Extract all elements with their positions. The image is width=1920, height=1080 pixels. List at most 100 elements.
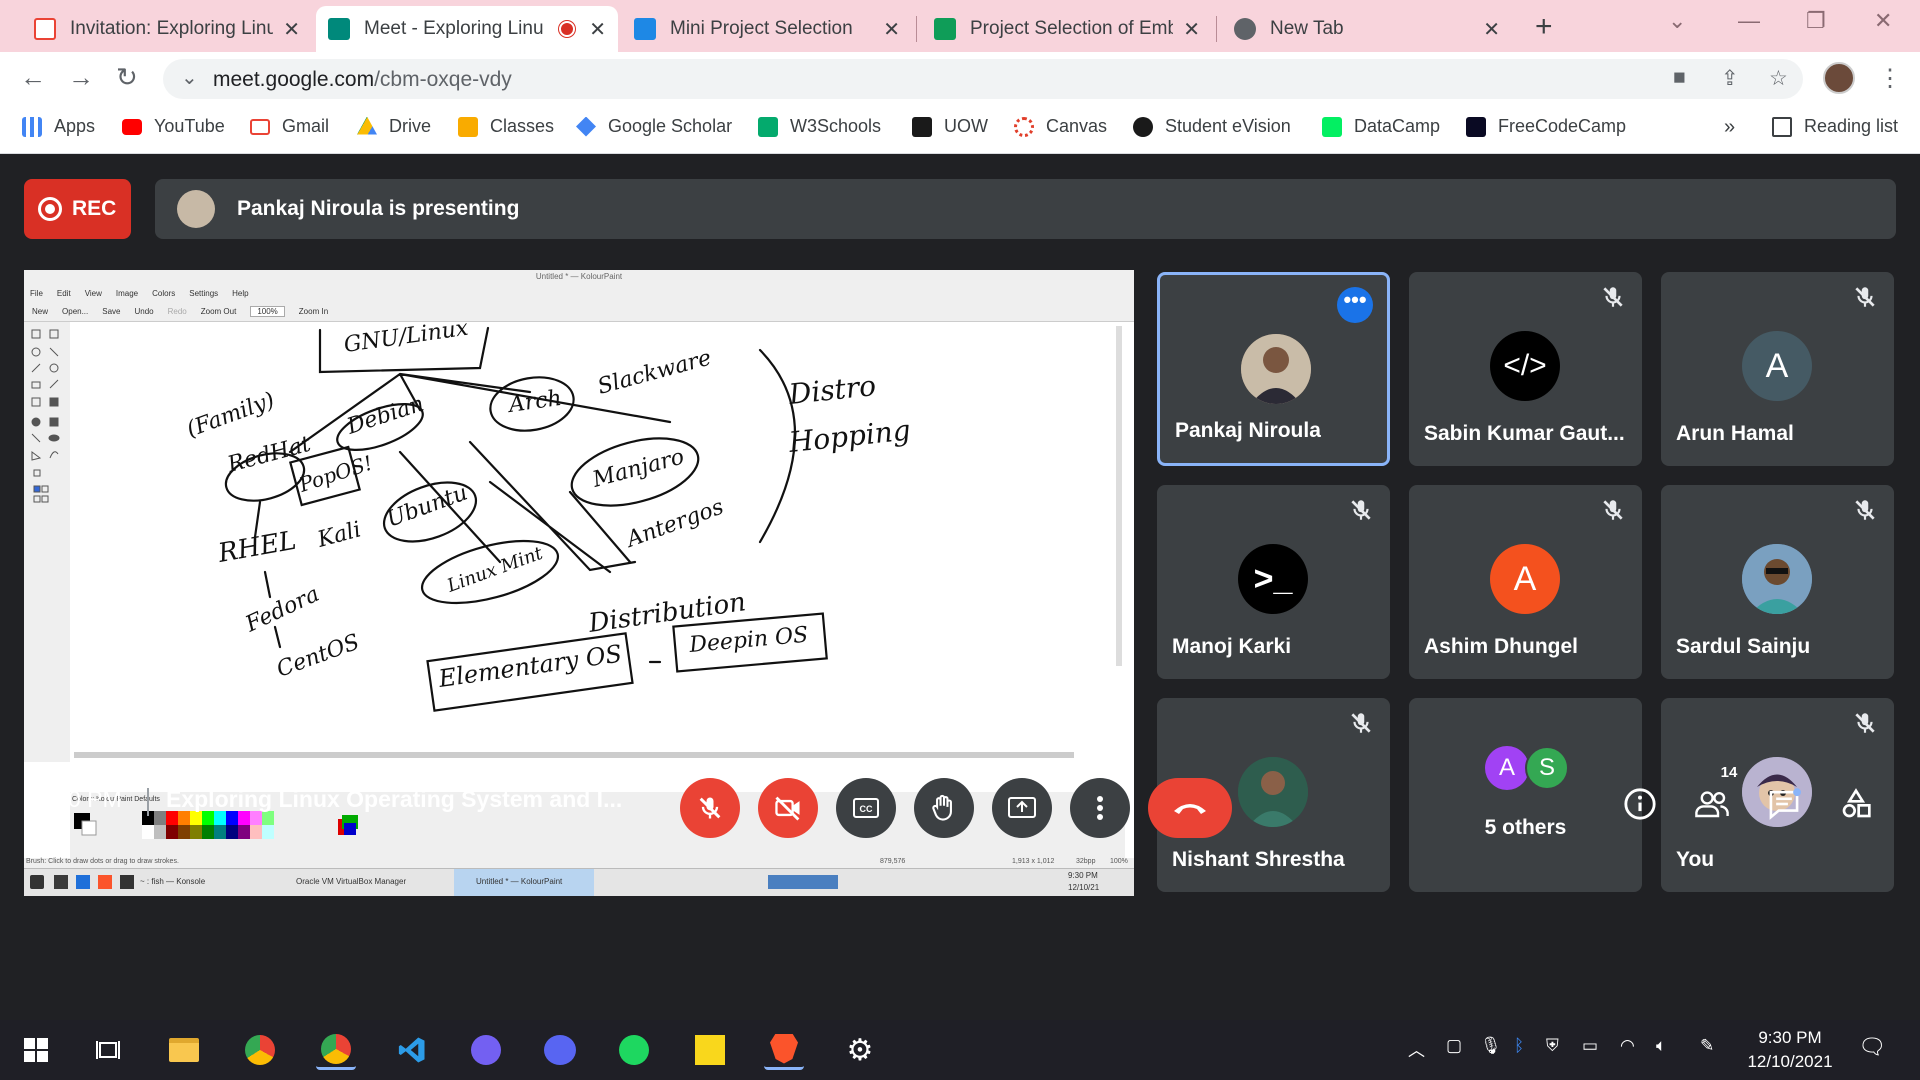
- vscode-button[interactable]: [392, 1030, 432, 1070]
- reading-list-button[interactable]: Reading list: [1772, 116, 1898, 137]
- bookmark-star-icon[interactable]: ☆: [1769, 66, 1788, 91]
- status-zoom: 100%: [1110, 858, 1128, 865]
- back-button[interactable]: ←: [20, 62, 46, 93]
- vertical-scrollbar[interactable]: [1116, 326, 1122, 666]
- address-bar[interactable]: ⌄ meet.google.com/cbm-oxqe-vdy ■ ⇪ ☆: [163, 59, 1803, 99]
- close-icon[interactable]: ✕: [1183, 17, 1200, 42]
- participant-tile-arun[interactable]: A Arun Hamal: [1661, 272, 1894, 466]
- task-view-button[interactable]: [88, 1030, 128, 1070]
- security-shield-icon[interactable]: ⛨: [1546, 1036, 1559, 1056]
- volume-icon[interactable]: 🔈︎: [1656, 1036, 1666, 1056]
- horizontal-scrollbar[interactable]: [74, 752, 1074, 758]
- file-explorer-button[interactable]: [164, 1030, 204, 1070]
- battery-icon[interactable]: ▭: [1582, 1036, 1598, 1056]
- discord-button[interactable]: [540, 1030, 580, 1070]
- pen-icon[interactable]: ✎: [1700, 1036, 1714, 1056]
- captions-button[interactable]: CC: [836, 778, 896, 838]
- new-tab-button[interactable]: +: [1535, 10, 1553, 44]
- hand-icon: [932, 794, 952, 821]
- url-text: meet.google.com/cbm-oxqe-vdy: [213, 68, 512, 92]
- raise-hand-button[interactable]: [914, 778, 974, 838]
- tab-meet[interactable]: Meet - Exploring Linu ✕: [316, 6, 618, 52]
- taskbar-clock[interactable]: 9:30 PM 12/10/2021: [1735, 1026, 1845, 1074]
- activities-button[interactable]: [1832, 780, 1880, 828]
- mic-toggle-button[interactable]: [680, 778, 740, 838]
- more-options-icon[interactable]: •••: [1337, 287, 1373, 323]
- participant-tile-ashim[interactable]: A Ashim Dhungel: [1409, 485, 1642, 679]
- bookmark-drive[interactable]: Drive: [357, 116, 431, 137]
- camera-blocked-icon[interactable]: ■: [1673, 66, 1686, 90]
- close-icon[interactable]: ✕: [283, 17, 300, 42]
- restore-button[interactable]: ❐: [1806, 8, 1826, 34]
- bookmark-label: Canvas: [1046, 116, 1108, 136]
- meet-now-icon[interactable]: ▢: [1446, 1036, 1462, 1056]
- bookmark-uow[interactable]: UOW: [912, 116, 988, 137]
- bookmark-google-scholar[interactable]: Google Scholar: [576, 116, 732, 137]
- menu-file: File: [30, 288, 43, 298]
- bookmark-student-evision[interactable]: Student eVision: [1133, 116, 1291, 137]
- others-avatar-a: A: [1485, 746, 1529, 790]
- bookmark-youtube[interactable]: YouTube: [122, 116, 225, 137]
- start-button[interactable]: [16, 1030, 56, 1070]
- taskbar-time: 9:30 PM: [1758, 1028, 1822, 1047]
- sticky-notes-button[interactable]: [690, 1030, 730, 1070]
- chat-button[interactable]: [1760, 780, 1808, 828]
- people-icon: [1695, 791, 1729, 818]
- bookmark-classes[interactable]: Classes: [458, 116, 554, 137]
- brave-button[interactable]: [764, 1030, 804, 1070]
- microphone-icon[interactable]: 🎙︎: [1480, 1036, 1502, 1056]
- profile-avatar[interactable]: [1823, 62, 1855, 94]
- participant-tile-manoj[interactable]: >_ Manoj Karki: [1157, 485, 1390, 679]
- tab-project-selection[interactable]: Project Selection of Embe ✕: [922, 6, 1212, 52]
- reading-list-icon: [1772, 116, 1792, 137]
- spotify-button[interactable]: [614, 1030, 654, 1070]
- settings-button[interactable]: ⚙: [840, 1030, 880, 1070]
- meeting-details-button[interactable]: [1616, 780, 1664, 828]
- more-options-button[interactable]: [1070, 778, 1130, 838]
- tab-mini-project[interactable]: Mini Project Selection ✕: [622, 6, 912, 52]
- recording-badge[interactable]: REC: [24, 179, 131, 239]
- camera-toggle-button[interactable]: [758, 778, 818, 838]
- viber-button[interactable]: [466, 1030, 506, 1070]
- bookmarks-overflow-button[interactable]: »: [1724, 116, 1735, 139]
- chevron-down-icon[interactable]: ⌄: [181, 65, 198, 90]
- info-icon: [1624, 788, 1656, 820]
- tab-new-tab[interactable]: New Tab ✕: [1222, 6, 1512, 52]
- reload-button[interactable]: ↻: [116, 62, 138, 93]
- minimize-button[interactable]: —: [1738, 8, 1760, 34]
- participant-tile-sardul[interactable]: Sardul Sainju: [1661, 485, 1894, 679]
- bookmark-w3schools[interactable]: W3Schools: [758, 116, 881, 137]
- bluetooth-icon[interactable]: ᛒ: [1514, 1036, 1524, 1056]
- drawing-canvas[interactable]: GNU/Linux (Family) RedHat PopOS! Debian …: [70, 316, 1125, 762]
- gmail-icon: [250, 118, 270, 135]
- tab-invitation[interactable]: Invitation: Exploring Linux ✕: [22, 6, 312, 52]
- bookmark-freecodecamp[interactable]: FreeCodeCamp: [1466, 116, 1626, 137]
- wifi-icon[interactable]: ◠: [1620, 1036, 1635, 1056]
- bookmark-datacamp[interactable]: DataCamp: [1322, 116, 1440, 137]
- tab-search-icon[interactable]: ⌄: [1668, 8, 1686, 34]
- chrome-active-taskbar-button[interactable]: [316, 1030, 356, 1070]
- participant-avatar: [1238, 757, 1308, 827]
- participant-tile-pankaj[interactable]: ••• Pankaj Niroula: [1157, 272, 1390, 466]
- share-icon[interactable]: ⇪: [1721, 66, 1739, 91]
- leave-call-button[interactable]: [1148, 778, 1232, 838]
- participant-tile-others[interactable]: A S 5 others: [1409, 698, 1642, 892]
- bookmark-apps[interactable]: Apps: [22, 116, 95, 137]
- url-host: meet.google.com: [213, 68, 375, 91]
- chrome-taskbar-button[interactable]: [240, 1030, 280, 1070]
- menu-edit: Edit: [56, 288, 71, 298]
- chrome-menu-icon[interactable]: ⋮: [1878, 64, 1902, 93]
- tab-title: Mini Project Selection: [670, 18, 853, 39]
- present-button[interactable]: [992, 778, 1052, 838]
- forward-button[interactable]: →: [68, 62, 94, 93]
- close-icon[interactable]: ✕: [1483, 17, 1500, 42]
- close-icon[interactable]: ✕: [589, 17, 606, 42]
- participant-tile-sabin[interactable]: </> Sabin Kumar Gaut...: [1409, 272, 1642, 466]
- notifications-icon[interactable]: 🗨︎: [1858, 1034, 1886, 1060]
- close-window-button[interactable]: ✕: [1874, 8, 1892, 34]
- show-hidden-icons[interactable]: ︿: [1408, 1036, 1425, 1061]
- bookmark-canvas[interactable]: Canvas: [1014, 116, 1107, 137]
- bookmark-gmail[interactable]: Gmail: [250, 116, 329, 137]
- close-icon[interactable]: ✕: [883, 17, 900, 42]
- people-button[interactable]: [1688, 780, 1736, 828]
